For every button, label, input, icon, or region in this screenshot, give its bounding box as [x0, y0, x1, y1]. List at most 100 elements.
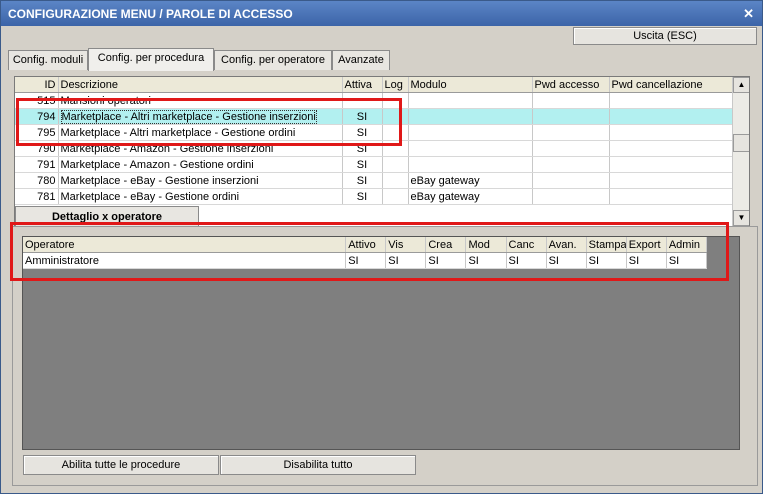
col-crea[interactable]: Crea — [425, 237, 467, 253]
cell-pwd[interactable] — [532, 140, 610, 157]
col-stampa[interactable]: Stampa — [586, 237, 627, 253]
cell-attiva[interactable]: SI — [342, 172, 383, 189]
title-bar[interactable]: CONFIGURAZIONE MENU / PAROLE DI ACCESSO … — [1, 1, 762, 26]
tab-avanzate[interactable]: Avanzate — [332, 50, 390, 70]
vertical-scrollbar[interactable]: ▲ ▼ — [732, 77, 749, 226]
cell-pwd[interactable] — [532, 108, 610, 125]
cell-log[interactable] — [382, 140, 409, 157]
table-row[interactable]: 780 Marketplace - eBay - Gestione inserz… — [15, 172, 733, 189]
cell-modulo[interactable] — [408, 124, 533, 141]
tab-config-per-procedura[interactable]: Config. per procedura — [88, 48, 214, 71]
cell-admin[interactable]: SI — [666, 252, 708, 269]
exit-button[interactable]: Uscita (ESC) — [573, 27, 757, 45]
col-admin[interactable]: Admin — [666, 237, 708, 253]
tab-config-per-operatore[interactable]: Config. per operatore — [214, 50, 332, 70]
cell-id: 795 — [15, 124, 59, 141]
cell-modulo[interactable] — [408, 108, 533, 125]
cell-stampa[interactable]: SI — [586, 252, 627, 269]
col-mod[interactable]: Mod — [465, 237, 507, 253]
col-attiva[interactable]: Attiva — [342, 77, 383, 93]
cell-pwd[interactable] — [532, 92, 610, 109]
cell-modulo[interactable]: eBay gateway — [408, 188, 533, 205]
table-row[interactable]: 795 Marketplace - Altri marketplace - Ge… — [15, 124, 733, 141]
cell-log[interactable] — [382, 172, 409, 189]
col-id[interactable]: ID — [15, 77, 59, 93]
cell-pwd[interactable] — [532, 188, 610, 205]
cell-log[interactable] — [382, 92, 409, 109]
cell-pwd[interactable] — [532, 172, 610, 189]
cell-desc: Marketplace - eBay - Gestione ordini — [58, 188, 343, 205]
cell-pwdc[interactable] — [609, 188, 733, 205]
cell-modulo[interactable] — [408, 140, 533, 157]
table-row-selected[interactable]: 794 Marketplace - Altri marketplace - Ge… — [15, 108, 733, 125]
table-row[interactable]: 791 Marketplace - Amazon - Gestione ordi… — [15, 156, 733, 173]
cell-pwdc[interactable] — [609, 108, 733, 125]
cell-avan[interactable]: SI — [546, 252, 587, 269]
cell-desc: Marketplace - eBay - Gestione inserzioni — [58, 172, 343, 189]
cell-id: 781 — [15, 188, 59, 205]
table-row[interactable]: 781 Marketplace - eBay - Gestione ordini… — [15, 188, 733, 205]
cell-desc-text: Marketplace - Altri marketplace - Gestio… — [60, 109, 317, 124]
operators-grid-area: Operatore Attivo Vis Crea Mod Canc Avan.… — [22, 236, 740, 450]
cell-pwdc[interactable] — [609, 172, 733, 189]
enable-all-button[interactable]: Abilita tutte le procedure — [23, 455, 219, 475]
cell-log[interactable] — [382, 108, 409, 125]
close-icon[interactable]: ✕ — [743, 6, 754, 22]
col-pwd-cancellazione[interactable]: Pwd cancellazione — [609, 77, 733, 93]
table-row[interactable]: 790 Marketplace - Amazon - Gestione inse… — [15, 140, 733, 157]
table-row[interactable]: 515 Mansioni operatori — [15, 92, 733, 109]
scroll-down-icon[interactable]: ▼ — [733, 210, 749, 226]
client-area: Uscita (ESC) Config. moduli Config. per … — [4, 27, 759, 490]
cell-attiva[interactable]: SI — [342, 188, 383, 205]
cell-pwd[interactable] — [532, 156, 610, 173]
cell-modulo[interactable] — [408, 156, 533, 173]
cell-desc: Marketplace - Altri marketplace - Gestio… — [58, 124, 343, 141]
cell-modulo[interactable]: eBay gateway — [408, 172, 533, 189]
cell-attiva[interactable] — [342, 92, 383, 109]
operators-grid[interactable]: Operatore Attivo Vis Crea Mod Canc Avan.… — [23, 237, 708, 269]
cell-export[interactable]: SI — [626, 252, 667, 269]
cell-crea[interactable]: SI — [425, 252, 467, 269]
col-modulo[interactable]: Modulo — [408, 77, 533, 93]
cell-log[interactable] — [382, 188, 409, 205]
cell-pwdc[interactable] — [609, 92, 733, 109]
tab-config-moduli[interactable]: Config. moduli — [8, 50, 88, 70]
table-row[interactable]: Amministratore SI SI SI SI SI SI SI SI S… — [23, 252, 708, 269]
col-canc[interactable]: Canc — [506, 237, 547, 253]
cell-id: 794 — [15, 108, 59, 125]
cell-attiva[interactable]: SI — [342, 124, 383, 141]
procedures-grid[interactable]: ID Descrizione Attiva Log Modulo Pwd acc… — [14, 76, 750, 227]
cell-attiva[interactable]: SI — [342, 108, 383, 125]
cell-attiva[interactable]: SI — [342, 140, 383, 157]
col-pwd-accesso[interactable]: Pwd accesso — [532, 77, 610, 93]
col-vis[interactable]: Vis — [385, 237, 427, 253]
cell-mod[interactable]: SI — [465, 252, 507, 269]
col-operatore[interactable]: Operatore — [23, 237, 347, 253]
cell-operatore: Amministratore — [23, 252, 347, 269]
cell-modulo[interactable] — [408, 92, 533, 109]
cell-desc: Marketplace - Amazon - Gestione ordini — [58, 156, 343, 173]
operators-header: Operatore Attivo Vis Crea Mod Canc Avan.… — [23, 237, 708, 253]
disable-all-button[interactable]: Disabilita tutto — [220, 455, 416, 475]
col-descrizione[interactable]: Descrizione — [58, 77, 343, 93]
cell-pwdc[interactable] — [609, 124, 733, 141]
cell-vis[interactable]: SI — [385, 252, 427, 269]
cell-attivo[interactable]: SI — [345, 252, 387, 269]
cell-id: 780 — [15, 172, 59, 189]
col-log[interactable]: Log — [382, 77, 409, 93]
cell-pwdc[interactable] — [609, 156, 733, 173]
scroll-thumb[interactable] — [733, 134, 749, 152]
scroll-up-icon[interactable]: ▲ — [733, 77, 749, 93]
cell-pwd[interactable] — [532, 124, 610, 141]
cell-log[interactable] — [382, 124, 409, 141]
tab-dettaglio-operatore[interactable]: Dettaglio x operatore — [15, 206, 199, 227]
main-window: CONFIGURAZIONE MENU / PAROLE DI ACCESSO … — [0, 0, 763, 494]
col-export[interactable]: Export — [626, 237, 667, 253]
col-avan[interactable]: Avan. — [546, 237, 587, 253]
cell-attiva[interactable]: SI — [342, 156, 383, 173]
cell-log[interactable] — [382, 156, 409, 173]
window-title: CONFIGURAZIONE MENU / PAROLE DI ACCESSO — [8, 7, 293, 21]
col-attivo[interactable]: Attivo — [345, 237, 387, 253]
cell-pwdc[interactable] — [609, 140, 733, 157]
cell-canc[interactable]: SI — [506, 252, 547, 269]
